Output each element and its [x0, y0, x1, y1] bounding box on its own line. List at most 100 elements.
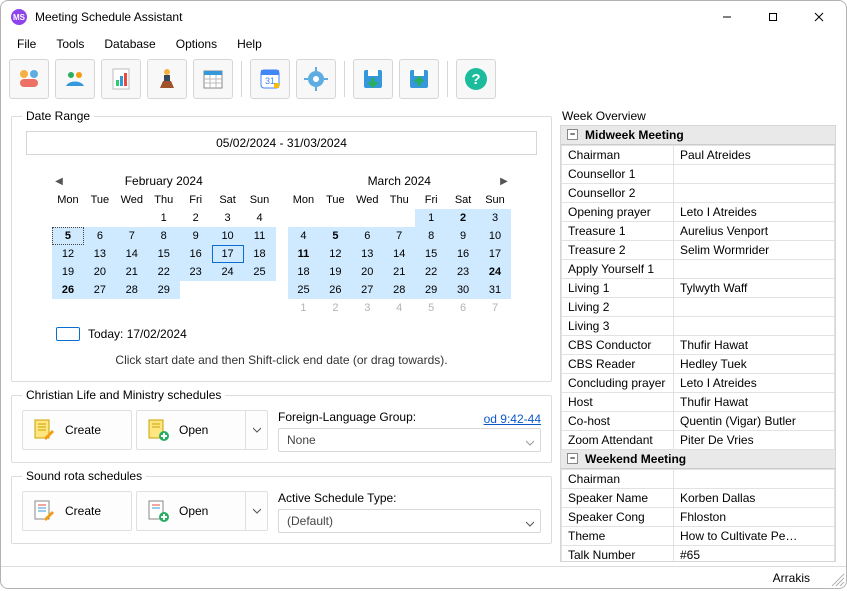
menu-item-tools[interactable]: Tools	[46, 35, 94, 53]
chart-sheet-icon[interactable]	[101, 59, 141, 99]
srs-open-button[interactable]: Open	[136, 491, 246, 531]
srs-open-dropdown[interactable]	[246, 491, 268, 531]
row-label: CBS Conductor	[562, 336, 674, 355]
chevron-down-icon	[526, 436, 534, 450]
table-row[interactable]: Speaker NameKorben Dallas	[562, 489, 835, 508]
help-icon[interactable]: ?	[456, 59, 496, 99]
table-row[interactable]: Counsellor 2	[562, 184, 835, 203]
titlebar: MS Meeting Schedule Assistant	[1, 1, 846, 33]
speaker-podium-icon[interactable]	[147, 59, 187, 99]
clm-group: Christian Life and Ministry schedules Cr…	[11, 388, 552, 463]
row-value: Thufir Hawat	[674, 336, 835, 355]
foreign-group-select[interactable]: None	[278, 428, 541, 452]
row-label: CBS Reader	[562, 355, 674, 374]
users-hands-icon[interactable]	[55, 59, 95, 99]
sheet-plus-icon	[145, 498, 171, 524]
table-row[interactable]: Living 2	[562, 298, 835, 317]
srs-create-button[interactable]: Create	[22, 491, 132, 531]
row-label: Speaker Name	[562, 489, 674, 508]
minimize-button[interactable]	[704, 1, 750, 33]
calendar-march[interactable]: March 2024 ▶ MonTueWedThuFriSatSun 123 4…	[288, 171, 512, 317]
today-row[interactable]: Today: 17/02/2024	[26, 321, 537, 343]
row-value	[674, 184, 835, 203]
menu-item-file[interactable]: File	[7, 35, 46, 53]
srs-open-label: Open	[179, 504, 208, 518]
today-swatch-icon	[56, 327, 80, 341]
row-label: Chairman	[562, 146, 674, 165]
calendar-february[interactable]: ◀ February 2024 MonTueWedThuFriSatSun 12…	[52, 171, 276, 317]
menu-item-database[interactable]: Database	[94, 35, 165, 53]
close-button[interactable]	[796, 1, 842, 33]
row-value: Hedley Tuek	[674, 355, 835, 374]
sheet-pencil-icon	[31, 498, 57, 524]
midweek-table: ChairmanPaul AtreidesCounsellor 1Counsel…	[561, 145, 835, 450]
clm-create-button[interactable]: Create	[22, 410, 132, 450]
row-value: Tylwyth Waff	[674, 279, 835, 298]
table-row[interactable]: CBS ConductorThufir Hawat	[562, 336, 835, 355]
table-row[interactable]: Living 3	[562, 317, 835, 336]
app-title: Meeting Schedule Assistant	[35, 10, 704, 24]
od-link[interactable]: od 9:42-44	[484, 412, 541, 426]
srs-group: Sound rota schedules Create Open	[11, 469, 552, 544]
table-row[interactable]: Treasure 2Selim Wormrider	[562, 241, 835, 260]
chevron-down-icon	[253, 507, 261, 515]
status-text: Arrakis	[773, 571, 810, 585]
row-label: Living 1	[562, 279, 674, 298]
table-row[interactable]: Apply Yourself 1	[562, 260, 835, 279]
week-overview-panel: − Midweek Meeting ChairmanPaul AtreidesC…	[560, 125, 836, 562]
collapse-icon[interactable]: −	[567, 129, 578, 140]
table-row[interactable]: Treasure 1Aurelius Venport	[562, 222, 835, 241]
weekend-section-header[interactable]: − Weekend Meeting	[561, 450, 835, 469]
app-window: MS Meeting Schedule Assistant File Tools…	[0, 0, 847, 589]
week-overview-legend: Week Overview	[560, 109, 836, 125]
row-value: Aurelius Venport	[674, 222, 835, 241]
table-row[interactable]: ChairmanPaul Atreides	[562, 146, 835, 165]
menu-item-help[interactable]: Help	[227, 35, 272, 53]
active-schedule-select[interactable]: (Default)	[278, 509, 541, 533]
table-row[interactable]: Opening prayerLeto I Atreides	[562, 203, 835, 222]
people-group-icon[interactable]	[9, 59, 49, 99]
clm-open-button[interactable]: Open	[136, 410, 246, 450]
midweek-section-header[interactable]: − Midweek Meeting	[561, 126, 835, 145]
clm-open-dropdown[interactable]	[246, 410, 268, 450]
maximize-button[interactable]	[750, 1, 796, 33]
chevron-down-icon	[253, 426, 261, 434]
app-icon: MS	[11, 9, 27, 25]
table-row[interactable]: Speaker CongFhloston	[562, 508, 835, 527]
gear-icon[interactable]	[296, 59, 336, 99]
collapse-icon[interactable]: −	[567, 453, 578, 464]
disk-download-icon[interactable]	[353, 59, 393, 99]
prev-calendar-button[interactable]: ◀	[52, 176, 66, 187]
disk-upload-icon[interactable]	[399, 59, 439, 99]
row-value: Korben Dallas	[674, 489, 835, 508]
table-row[interactable]: Concluding prayerLeto I Atreides	[562, 374, 835, 393]
document-pencil-icon	[31, 417, 57, 443]
table-row[interactable]: HostThufir Hawat	[562, 393, 835, 412]
document-plus-icon	[145, 417, 171, 443]
next-calendar-button[interactable]: ▶	[497, 176, 511, 187]
row-label: Co-host	[562, 412, 674, 431]
row-value: Paul Atreides	[674, 146, 835, 165]
row-label: Theme	[562, 527, 674, 546]
svg-text:31: 31	[265, 76, 275, 86]
active-schedule-label: Active Schedule Type:	[278, 491, 541, 509]
row-value: Quentin (Vigar) Butler	[674, 412, 835, 431]
table-row[interactable]: Zoom AttendantPiter De Vries	[562, 431, 835, 450]
menu-item-options[interactable]: Options	[166, 35, 227, 53]
chevron-down-icon	[526, 517, 534, 531]
table-row[interactable]: Chairman	[562, 470, 835, 489]
toolbar: 31 ?	[1, 55, 846, 103]
calendar-icon[interactable]	[193, 59, 233, 99]
date-range-hint: Click start date and then Shift-click en…	[22, 343, 541, 371]
resize-grip-icon[interactable]	[828, 570, 846, 588]
row-value	[674, 317, 835, 336]
table-row[interactable]: CBS ReaderHedley Tuek	[562, 355, 835, 374]
table-row[interactable]: Co-hostQuentin (Vigar) Butler	[562, 412, 835, 431]
table-row[interactable]: Living 1Tylwyth Waff	[562, 279, 835, 298]
row-label: Talk Number	[562, 546, 674, 563]
row-label: Concluding prayer	[562, 374, 674, 393]
gcal-icon[interactable]: 31	[250, 59, 290, 99]
table-row[interactable]: Counsellor 1	[562, 165, 835, 184]
table-row[interactable]: Talk Number#65	[562, 546, 835, 563]
table-row[interactable]: ThemeHow to Cultivate Pe…	[562, 527, 835, 546]
